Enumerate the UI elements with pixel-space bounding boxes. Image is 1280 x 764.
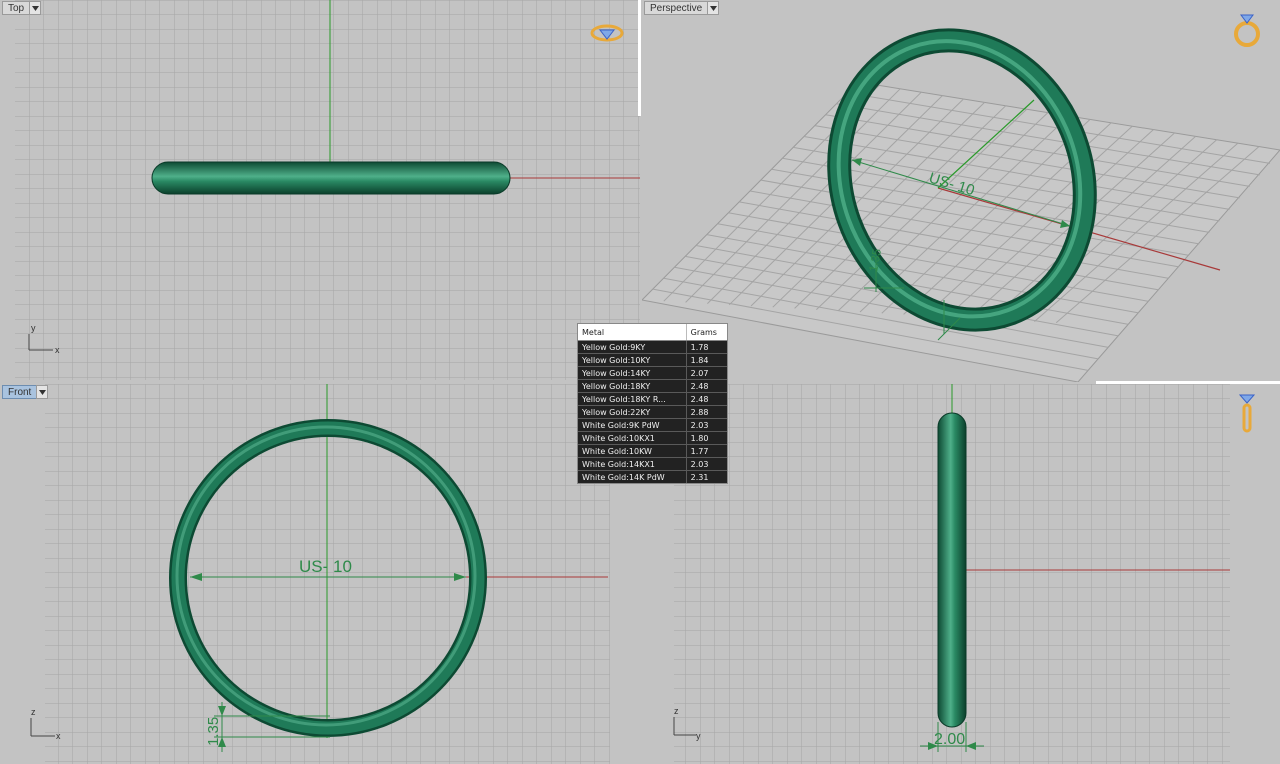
metal-cell: White Gold:14K PdW: [578, 470, 687, 483]
viewport-right[interactable]: 2.00 z y: [642, 384, 1280, 764]
viewport-label-front: Front: [2, 385, 37, 399]
grams-cell: 1.84: [686, 353, 727, 367]
top-axis-x-label: x: [55, 345, 60, 355]
metal-weight-table: Metal Grams Yellow Gold:9KY 1.78 Yellow G…: [577, 323, 728, 484]
grams-column-header: Grams: [686, 324, 727, 341]
table-row: Yellow Gold:18KY 2.48: [578, 379, 727, 393]
viewport-label-top: Top: [2, 1, 30, 15]
metal-column-header: Metal: [578, 324, 687, 341]
table-row: White Gold:14KX1 2.03: [578, 457, 727, 471]
top-grid: y x: [15, 0, 640, 380]
right-axis-z-label: z: [674, 706, 679, 716]
metal-cell: White Gold:14KX1: [578, 457, 687, 471]
table-row: White Gold:10KW 1.77: [578, 444, 727, 458]
grams-cell: 2.48: [686, 379, 727, 393]
grams-cell: 1.80: [686, 431, 727, 445]
ring-side-icon[interactable]: [1236, 390, 1258, 434]
diamond-icon[interactable]: [590, 22, 624, 44]
viewport-label-perspective: Perspective: [644, 1, 708, 15]
front-axis-z-label: z: [31, 707, 36, 717]
top-axis-y-label: y: [31, 323, 36, 333]
grams-cell: 1.77: [686, 444, 727, 458]
viewport-front[interactable]: US- 10 1.35 z x Front: [0, 384, 640, 764]
metal-cell: Yellow Gold:22KY: [578, 405, 687, 419]
viewport-tab-perspective[interactable]: Perspective: [644, 1, 720, 15]
metal-cell: Yellow Gold:9KY: [578, 340, 687, 354]
metal-cell: Yellow Gold:10KY: [578, 353, 687, 367]
front-thickness-label: 1.35: [205, 717, 222, 746]
right-axis-y-label: y: [696, 731, 701, 741]
grams-cell: 2.07: [686, 366, 727, 380]
viewport-menu-arrow-icon[interactable]: [707, 1, 720, 15]
metal-cell: Yellow Gold:18KY R...: [578, 392, 687, 406]
grams-cell: 2.88: [686, 405, 727, 419]
viewport-top[interactable]: y x Top: [0, 0, 640, 380]
grams-cell: 2.03: [686, 457, 727, 471]
grams-cell: 2.31: [686, 470, 727, 483]
table-row: Yellow Gold:18KY R... 2.48: [578, 392, 727, 406]
viewport-tab-front[interactable]: Front: [2, 385, 49, 399]
table-row: Yellow Gold:14KY 2.07: [578, 366, 727, 380]
metal-cell: White Gold:10KX1: [578, 431, 687, 445]
front-dimension-label: US- 10: [299, 557, 352, 576]
table-row: White Gold:9K PdW 2.03: [578, 418, 727, 432]
table-row: Yellow Gold:10KY 1.84: [578, 353, 727, 367]
table-row: Yellow Gold:9KY 1.78: [578, 340, 727, 354]
grams-cell: 2.48: [686, 392, 727, 406]
right-grid: 2.00 z y: [673, 384, 1230, 764]
right-width-label: 2.00: [934, 731, 965, 748]
table-row: White Gold:14K PdW 2.31: [578, 470, 727, 483]
metal-cell: Yellow Gold:14KY: [578, 366, 687, 380]
metal-cell: White Gold:9K PdW: [578, 418, 687, 432]
metal-cell: Yellow Gold:18KY: [578, 379, 687, 393]
viewport-menu-arrow-icon[interactable]: [36, 385, 49, 399]
table-row: White Gold:10KX1 1.80: [578, 431, 727, 445]
ring-side-view: [937, 412, 967, 728]
grams-cell: 2.03: [686, 418, 727, 432]
metal-cell: White Gold:10KW: [578, 444, 687, 458]
table-row: Yellow Gold:22KY 2.88: [578, 405, 727, 419]
viewport-tab-top[interactable]: Top: [2, 1, 42, 15]
ring-top-view: [151, 161, 511, 195]
grams-cell: 1.78: [686, 340, 727, 354]
ring-icon[interactable]: [1230, 10, 1264, 48]
front-axis-x-label: x: [56, 731, 61, 741]
perspective-grid: US- 10 1.35: [642, 28, 1280, 382]
viewport-perspective[interactable]: US- 10 1.35 Perspective: [642, 0, 1280, 382]
front-grid: US- 10 1.35 z x: [30, 384, 610, 764]
viewport-menu-arrow-icon[interactable]: [29, 1, 42, 15]
